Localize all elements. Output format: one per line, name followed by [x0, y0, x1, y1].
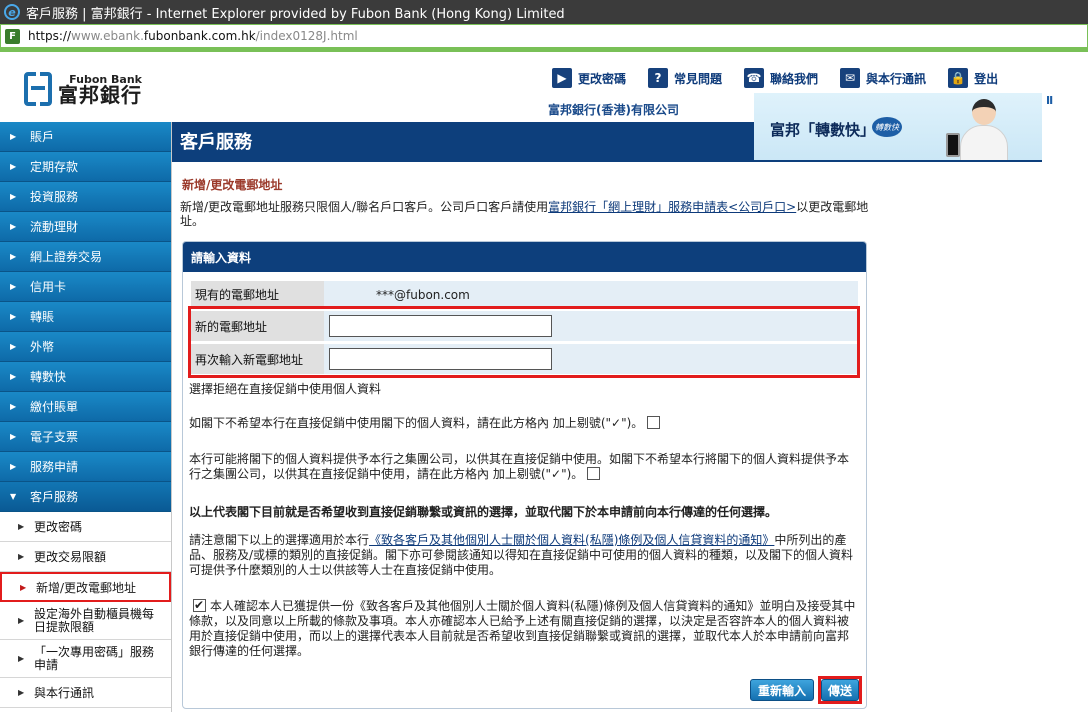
fubon-logo-icon [24, 72, 52, 106]
caret-right-icon: ▶ [10, 252, 17, 261]
top-navigation: ▶ 更改密碼 ? 常見問題 ☎ 聯絡我們 ✉ 與本行通訊 🔒 登出 [552, 68, 1020, 88]
caret-right-icon: ▶ [10, 282, 17, 291]
sidebar-item-accounts[interactable]: ▶ 賬戶 [0, 122, 171, 152]
sidebar-item-time-deposit[interactable]: ▶ 定期存款 [0, 152, 171, 182]
caret-right-icon: ▶ [10, 312, 17, 321]
caret-right-icon: ▶ [10, 192, 17, 201]
sidebar-item-mobile-banking[interactable]: ▶ 流動理財 [0, 212, 171, 242]
caret-right-icon: ▶ [18, 688, 25, 697]
panel-title: 請輸入資料 [183, 242, 866, 272]
direct-marketing-title: 選擇拒絕在直接促銷中使用個人資料 [189, 382, 382, 396]
sidebar-subitem-otp[interactable]: ▶ 「一次專用密碼」服務申請 [0, 640, 171, 678]
sidebar-item-securities[interactable]: ▶ 網上證券交易 [0, 242, 171, 272]
url-host: fubonbank.com.hk [143, 29, 256, 43]
confirmation-checkbox[interactable] [193, 598, 206, 613]
dm-optout-bank-checkbox[interactable] [647, 416, 661, 429]
address-bar[interactable]: F https:// www.ebank. fubonbank.com.hk /… [0, 24, 1088, 48]
url-scheme: https:// [28, 29, 72, 43]
current-email-label: 現有的電郵地址 [191, 281, 324, 308]
fubon-logo[interactable]: Fubon Bank 富邦銀行 [24, 72, 142, 106]
banner-person-image [946, 99, 1014, 160]
sidebar-item-e-cheque[interactable]: ▶ 電子支票 [0, 422, 171, 452]
sidebar-subitem-atm-limit[interactable]: ▶ 設定海外自動櫃員機每日提款限額 [0, 602, 171, 640]
caret-right-icon: ▶ [18, 654, 25, 663]
left-sidebar: ▶ 賬戶 ▶ 定期存款 ▶ 投資服務 ▶ 流動理財 ▶ 網上證券交易 ▶ 信用卡 ▶ 轉賬 ▶… [0, 122, 172, 712]
url-prefix: www.ebank. [71, 29, 144, 43]
dm-option-2: 本行可能將閣下的個人資料提供予本行之集團公司，以供其在直接促銷中使用。如閣下不希… [189, 452, 850, 481]
new-email-input[interactable] [329, 315, 552, 337]
caret-right-icon: ▶ [10, 402, 17, 411]
sidebar-subitem-messages[interactable]: ▶ 與本行通訊 [0, 678, 171, 708]
topnav-contact-us[interactable]: ☎ 聯絡我們 [744, 68, 818, 88]
sidebar-item-fps[interactable]: ▶ 轉數快 [0, 362, 171, 392]
arrow-right-icon: ▶ [552, 68, 572, 88]
url-path: /index0128J.html [255, 29, 358, 43]
banner-pause-icon[interactable]: II [1046, 94, 1053, 107]
new-email-label: 新的電郵地址 [191, 311, 324, 341]
dm-optout-group-checkbox[interactable] [587, 467, 601, 480]
site-favicon-icon: F [5, 28, 20, 44]
topnav-messages[interactable]: ✉ 與本行通訊 [840, 68, 926, 88]
reset-button[interactable]: 重新輸入 [750, 679, 814, 701]
topnav-faq[interactable]: ? 常見問題 [648, 68, 722, 88]
window-title: 客戶服務 | 富邦銀行 - Internet Explorer provided… [26, 6, 565, 22]
topnav-logout[interactable]: 🔒 登出 [948, 68, 998, 88]
caret-right-icon: ▶ [10, 432, 17, 441]
caret-right-icon: ▶ [10, 372, 17, 381]
confirm-email-input[interactable] [329, 348, 552, 370]
section-title: 新增/更改電郵地址 [182, 178, 283, 192]
bank-name: 富邦銀行(香港)有限公司 [548, 103, 679, 117]
sidebar-item-service-application[interactable]: ▶ 服務申請 [0, 452, 171, 482]
logo-chinese: 富邦銀行 [58, 82, 142, 107]
caret-right-icon: ▶ [10, 162, 17, 171]
sidebar-item-credit-card[interactable]: ▶ 信用卡 [0, 272, 171, 302]
sidebar-item-customer-service[interactable]: ▼ 客戶服務 [0, 482, 171, 512]
page-title-underline [172, 160, 1042, 162]
corporate-form-link[interactable]: 富邦銀行「網上理財」服務申請表<公司戶口> [548, 200, 796, 214]
page-title: 客戶服務 [172, 122, 754, 160]
caret-right-icon: ▶ [18, 616, 25, 625]
envelope-icon: ✉ [840, 68, 861, 88]
new-email-row: 新的電郵地址 [191, 311, 858, 341]
question-icon: ? [648, 68, 669, 88]
intro-text: 新增/更改電郵地址服務只限個人/聯名戶口客戶。公司戶口客戶請使用富邦銀行「網上理… [180, 200, 869, 228]
sidebar-item-transfer[interactable]: ▶ 轉賬 [0, 302, 171, 332]
caret-down-icon: ▼ [10, 492, 17, 501]
caret-right-icon: ▶ [18, 552, 25, 561]
fps-badge-icon: 轉數快 [872, 117, 902, 137]
caret-right-icon: ▶ [10, 222, 17, 231]
topnav-change-password[interactable]: ▶ 更改密碼 [552, 68, 626, 88]
fps-promo-banner[interactable]: 富邦「轉數快」 轉數快 [754, 93, 1042, 160]
sidebar-subitem-change-password[interactable]: ▶ 更改密碼 [0, 512, 171, 542]
submit-button[interactable]: 傳送 [821, 679, 859, 701]
privacy-notice-link[interactable]: 《致各客戶及其他個別人士關於個人資料(私隱)條例及個人信貸資料的通知》 [369, 533, 774, 547]
banner-text: 富邦「轉數快」 [770, 121, 876, 139]
lock-icon: 🔒 [948, 68, 969, 88]
confirm-email-row: 再次輸入新電郵地址 [191, 344, 858, 374]
caret-right-icon: ▶ [18, 522, 25, 531]
caret-right-icon: ▶ [20, 582, 27, 592]
caret-right-icon: ▶ [10, 342, 17, 351]
current-email-row: 現有的電郵地址 ***@fubon.com [191, 281, 858, 308]
dm-option-1: 如閣下不希望本行在直接促銷中使用閣下的個人資料，請在此方格內 加上剔號("✓")… [189, 416, 859, 431]
privacy-notice-text: 請注意閣下以上的選擇適用於本行《致各客戶及其他個別人士關於個人資料(私隱)條例及… [189, 533, 854, 577]
phone-icon: ☎ [744, 68, 765, 88]
sidebar-item-bill-payment[interactable]: ▶ 繳付賬單 [0, 392, 171, 422]
dm-statement: 以上代表閣下目前就是否希望收到直接促銷聯繫或資訊的選擇，並取代閣下於本申請前向本… [189, 505, 778, 519]
caret-right-icon: ▶ [10, 462, 17, 471]
window-titlebar: e 客戶服務 | 富邦銀行 - Internet Explorer provid… [0, 0, 1088, 24]
caret-right-icon: ▶ [10, 132, 17, 141]
sidebar-item-foreign-currency[interactable]: ▶ 外幣 [0, 332, 171, 362]
current-email-value: ***@fubon.com [376, 287, 470, 302]
confirmation-text: 本人確認本人已獲提供一份《致各客戶及其他個別人士關於個人資料(私隱)條例及個人信… [189, 598, 859, 659]
ie-icon: e [4, 4, 20, 20]
sidebar-subitem-change-email[interactable]: ▶ 新增/更改電郵地址 [0, 572, 171, 602]
confirm-email-label: 再次輸入新電郵地址 [191, 344, 324, 374]
sidebar-item-investment[interactable]: ▶ 投資服務 [0, 182, 171, 212]
sidebar-subitem-change-limit[interactable]: ▶ 更改交易限額 [0, 542, 171, 572]
